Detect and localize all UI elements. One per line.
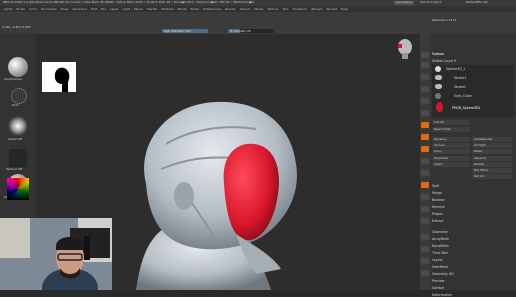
all-low-button[interactable]: All Low [432, 143, 470, 148]
right-shelf [420, 34, 430, 290]
rgb-intensity-slider[interactable]: Rgb Intensity 100 [162, 29, 208, 33]
append-button[interactable]: Append [472, 156, 512, 161]
menu-geometry[interactable]: Geometry [432, 230, 448, 234]
actual-button[interactable] [421, 98, 429, 104]
quicksave-button[interactable]: QuickSave [394, 0, 414, 5]
move-view-button[interactable] [421, 194, 429, 200]
alpha-label: Alpha Off [8, 137, 22, 141]
menu-nanomesh[interactable]: NanoMesh [432, 244, 449, 248]
transp-button[interactable] [421, 246, 429, 252]
menu-layers[interactable]: Layers [432, 258, 443, 262]
menu-boolean[interactable]: Boolean [432, 198, 445, 202]
menu-merge[interactable]: Merge [432, 191, 442, 195]
subtool-item[interactable]: Eyes_Outer [454, 94, 472, 98]
persp-button[interactable] [421, 122, 429, 128]
subtool-header[interactable]: Subtool [432, 52, 444, 56]
delete-button[interactable]: Delete [472, 162, 512, 167]
spix-button[interactable] [421, 62, 429, 68]
brush-label: ClayBuildup [4, 77, 22, 81]
copy-button[interactable]: Copy [432, 149, 470, 154]
menu-deformation[interactable]: Deformation [432, 293, 452, 297]
new-folder-button[interactable]: New Folder [432, 127, 470, 132]
right-tray: Subtool Visible Count 9 Sphere3D_1 Strok… [430, 34, 516, 297]
menu-split[interactable]: Split [432, 184, 439, 188]
subtool-item-selected[interactable]: PM3D_Sphere3D1 [452, 106, 481, 110]
gizmo-button[interactable] [421, 170, 429, 176]
polyf-button[interactable] [421, 234, 429, 240]
all-high-button[interactable]: All High [472, 143, 512, 148]
local-button[interactable] [421, 146, 429, 152]
stroke-icon[interactable] [11, 88, 27, 104]
silhouette-thumbnail [42, 62, 76, 92]
scroll-button[interactable] [421, 74, 429, 80]
frame-button[interactable] [421, 182, 429, 188]
subtool-item[interactable]: Sphere3D_1 [446, 67, 465, 71]
navigation-head-icon[interactable] [396, 38, 414, 64]
top-shelf: 0.091 -0.401 0.083 LightBox Live Boolean… [0, 12, 516, 48]
bpr-button[interactable] [421, 52, 429, 58]
menu-surface[interactable]: Surface [432, 286, 444, 290]
solo-button[interactable] [421, 258, 429, 264]
brush-icon[interactable] [8, 57, 28, 77]
aahalf-button[interactable] [421, 110, 429, 116]
menu-arraymesh[interactable]: ArrayMesh [432, 237, 449, 241]
subtool-item[interactable]: Stroke2 [454, 85, 466, 89]
subtool-item[interactable]: Stroke1 [454, 76, 466, 80]
floor-button[interactable] [421, 134, 429, 140]
rename-button[interactable]: Rename [432, 137, 470, 142]
list-all-button[interactable]: List All [432, 120, 470, 125]
menu-thick-skin[interactable]: Thick Skin [432, 251, 448, 255]
visible-count: Visible Count 9 [432, 59, 456, 63]
menu-remesh[interactable]: Remesh [432, 205, 445, 209]
autoreorder-button[interactable]: AutoReorder [472, 137, 512, 142]
color-picker[interactable] [7, 178, 29, 200]
texture-label: Texture Off [6, 167, 23, 171]
menu-preview[interactable]: Preview [432, 279, 444, 283]
menu-geometry-hd[interactable]: Geometry HD [432, 272, 454, 276]
duplicate-button[interactable]: Duplicate [432, 156, 470, 161]
helmet-model[interactable] [96, 84, 336, 290]
menu-fibermesh[interactable]: FiberMesh [432, 265, 448, 269]
resolution-slider[interactable]: Resolution 2174 [432, 18, 456, 23]
see-through-slider[interactable]: See-through 0 [420, 0, 441, 5]
paste-button[interactable]: Paste [472, 149, 512, 154]
tool-readout: 0.091 -0.401 0.083 [2, 25, 31, 29]
xpose-button[interactable] [421, 270, 429, 276]
texture-icon[interactable] [9, 149, 27, 167]
del-other-button[interactable]: Del Other [472, 168, 512, 173]
default-zscript-button[interactable]: DefaultZScript [466, 0, 488, 5]
menu-project[interactable]: Project [432, 212, 443, 216]
alpha-icon[interactable] [8, 116, 28, 136]
rotate-view-button[interactable] [421, 218, 429, 224]
insert-button[interactable]: Insert [432, 162, 470, 167]
zoom-button[interactable] [421, 86, 429, 92]
menu-extract[interactable]: Extract [432, 219, 443, 223]
webcam-overlay [0, 218, 112, 290]
window-title: ZBrush 2021.1.4 [Abraham Lora] ZBrush Do… [3, 0, 255, 4]
del-all-button[interactable]: Del All [472, 174, 512, 179]
stroke-label: Dots [12, 103, 19, 107]
subtool-list: Sphere3D_1 Stroke1 Stroke2 Eyes_Outer PM… [432, 65, 514, 117]
z-intensity-slider[interactable]: Z Intensity 25 [228, 29, 274, 33]
lsym-button[interactable] [421, 158, 429, 164]
zoom3d-button[interactable] [421, 206, 429, 212]
